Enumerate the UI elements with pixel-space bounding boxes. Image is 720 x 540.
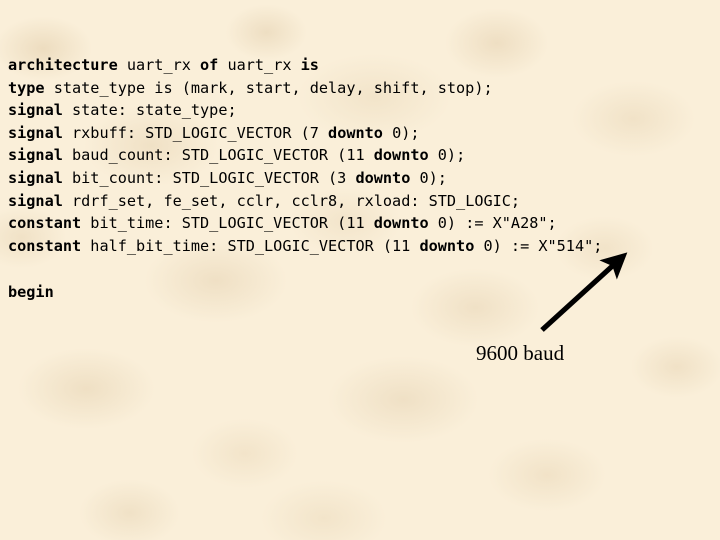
code-text: bit_time: STD_LOGIC_VECTOR (11 bbox=[81, 214, 374, 233]
code-text: bit_count: STD_LOGIC_VECTOR (3 bbox=[62, 168, 356, 187]
code-line-signal-rxbuff: signal rxbuff: STD_LOGIC_VECTOR (7 downt… bbox=[8, 122, 720, 145]
code-line-constant-bit-time: constant bit_time: STD_LOGIC_VECTOR (11 … bbox=[8, 212, 720, 235]
code-line-architecture-declaration: architecture uart_rx of uart_rx is bbox=[8, 54, 720, 77]
vhdl-keyword: signal bbox=[8, 168, 63, 187]
code-text: 0); bbox=[428, 146, 466, 165]
code-text: 0); bbox=[382, 123, 420, 142]
vhdl-keyword: of bbox=[200, 56, 219, 74]
presentation-slide: architecture uart_rx of uart_rx is type s… bbox=[0, 0, 720, 540]
vhdl-keyword: downto bbox=[419, 236, 475, 255]
code-text: rdrf_set, fe_set, cclr, cclr8, rxload: S… bbox=[62, 191, 521, 210]
code-text: rxbuff: STD_LOGIC_VECTOR (7 bbox=[62, 123, 329, 142]
vhdl-keyword: downto bbox=[355, 168, 411, 187]
arrow-up-right-icon bbox=[540, 252, 628, 332]
vhdl-keyword: signal bbox=[8, 123, 63, 142]
vhdl-keyword: type bbox=[8, 78, 45, 97]
vhdl-keyword: architecture bbox=[8, 56, 118, 74]
code-line-type-state-type: type state_type is (mark, start, delay, … bbox=[8, 77, 720, 100]
code-text: half_bit_time: STD_LOGIC_VECTOR (11 bbox=[81, 236, 420, 255]
code-text: baud_count: STD_LOGIC_VECTOR (11 bbox=[62, 146, 374, 165]
code-text: uart_rx bbox=[218, 56, 301, 74]
vhdl-keyword: signal bbox=[8, 101, 63, 120]
vhdl-keyword: signal bbox=[8, 146, 63, 165]
code-line-signal-state: signal state: state_type; bbox=[8, 99, 720, 122]
code-text: 0) := X"514"; bbox=[474, 236, 603, 255]
vhdl-code-block: architecture uart_rx of uart_rx is type s… bbox=[8, 54, 720, 257]
code-line-signal-control-lines: signal rdrf_set, fe_set, cclr, cclr8, rx… bbox=[8, 190, 720, 213]
annotation-label-9600-baud: 9600 baud bbox=[476, 341, 565, 365]
code-line-signal-bit-count: signal bit_count: STD_LOGIC_VECTOR (3 do… bbox=[8, 167, 720, 190]
code-text: 0); bbox=[410, 168, 447, 187]
code-text: state: state_type; bbox=[62, 101, 237, 120]
vhdl-keyword: is bbox=[300, 56, 319, 74]
vhdl-keyword: signal bbox=[8, 191, 63, 210]
code-text: 0) := X"A28"; bbox=[428, 214, 557, 233]
vhdl-keyword: constant bbox=[8, 214, 82, 233]
code-line-signal-baud-count: signal baud_count: STD_LOGIC_VECTOR (11 … bbox=[8, 144, 720, 167]
code-line-constant-half-bit-time: constant half_bit_time: STD_LOGIC_VECTOR… bbox=[8, 235, 720, 258]
code-text: state_type is (mark, start, delay, shift… bbox=[44, 78, 493, 97]
vhdl-keyword: constant bbox=[8, 236, 82, 255]
vhdl-keyword: downto bbox=[373, 214, 429, 233]
vhdl-keyword: downto bbox=[328, 123, 383, 142]
vhdl-keyword: downto bbox=[373, 146, 429, 165]
code-text: uart_rx bbox=[117, 56, 201, 74]
begin-keyword: begin bbox=[8, 283, 54, 301]
